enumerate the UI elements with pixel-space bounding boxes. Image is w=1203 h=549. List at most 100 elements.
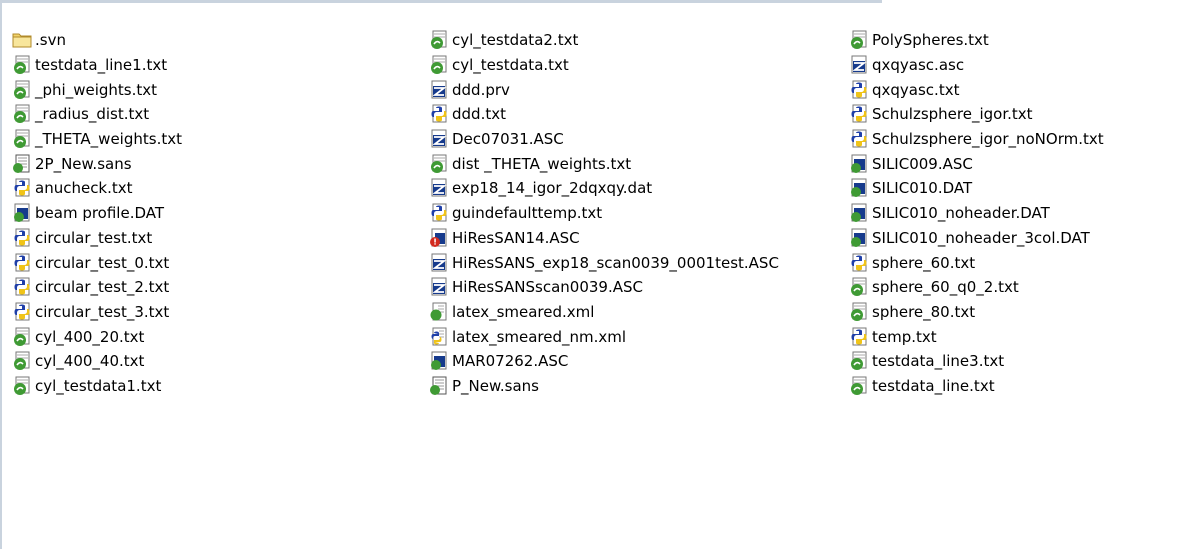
file-column-1: .svn testdata_line1.txt _phi_weights.txt _… bbox=[12, 28, 182, 398]
python-file-icon bbox=[429, 104, 449, 124]
file-item[interactable]: Schulzsphere_igor_noNOrm.txt bbox=[849, 127, 1104, 152]
file-item[interactable]: temp.txt bbox=[849, 324, 1104, 349]
file-item[interactable]: dist _THETA_weights.txt bbox=[429, 151, 779, 176]
file-name: testdata_line3.txt bbox=[872, 352, 1005, 371]
file-item[interactable]: cyl_testdata1.txt bbox=[12, 374, 182, 399]
file-item[interactable]: testdata_line3.txt bbox=[849, 349, 1104, 374]
igor-file-icon bbox=[849, 55, 869, 75]
python-file-icon bbox=[12, 178, 32, 198]
file-name: circular_test_2.txt bbox=[35, 278, 170, 297]
gel-file-icon bbox=[429, 30, 449, 50]
file-item[interactable]: ddd.txt bbox=[429, 102, 779, 127]
file-item[interactable]: circular_test_0.txt bbox=[12, 250, 182, 275]
gel-file-icon bbox=[849, 376, 869, 396]
gel-file-icon bbox=[849, 277, 869, 297]
file-name: Dec07031.ASC bbox=[452, 130, 564, 149]
python-file-icon bbox=[849, 327, 869, 347]
file-name: HiResSAN14.ASC bbox=[452, 228, 580, 247]
file-column-3: PolySpheres.txt qxqyasc.asc qxqyasc.txt Sch… bbox=[849, 28, 1104, 398]
file-item[interactable]: _radius_dist.txt bbox=[12, 102, 182, 127]
file-item[interactable]: testdata_line.txt bbox=[849, 374, 1104, 399]
file-item[interactable]: guindefaulttemp.txt bbox=[429, 201, 779, 226]
data-file-icon bbox=[429, 351, 449, 371]
folder-icon bbox=[12, 30, 32, 50]
file-item[interactable]: _phi_weights.txt bbox=[12, 77, 182, 102]
file-item[interactable]: P_New.sans bbox=[429, 374, 779, 399]
file-name: testdata_line1.txt bbox=[35, 56, 168, 75]
file-name: cyl_400_40.txt bbox=[35, 352, 145, 371]
file-name: _phi_weights.txt bbox=[35, 80, 157, 99]
file-item[interactable]: testdata_line1.txt bbox=[12, 53, 182, 78]
file-name: sphere_60.txt bbox=[872, 253, 976, 272]
file-name: cyl_testdata.txt bbox=[452, 56, 569, 75]
file-item[interactable]: HiResSANS_exp18_scan0039_0001test.ASC bbox=[429, 250, 779, 275]
file-item[interactable]: HiResSAN14.ASC bbox=[429, 226, 779, 251]
file-item[interactable]: SILIC010_noheader_3col.DAT bbox=[849, 226, 1104, 251]
file-item[interactable]: cyl_400_40.txt bbox=[12, 349, 182, 374]
file-item[interactable]: circular_test_2.txt bbox=[12, 275, 182, 300]
file-name: cyl_testdata1.txt bbox=[35, 376, 162, 395]
file-item[interactable]: SILIC010_noheader.DAT bbox=[849, 201, 1104, 226]
left-border bbox=[0, 0, 2, 549]
file-item[interactable]: PolySpheres.txt bbox=[849, 28, 1104, 53]
file-name: guindefaulttemp.txt bbox=[452, 204, 603, 223]
file-name: Schulzsphere_igor_noNOrm.txt bbox=[872, 130, 1104, 149]
file-item[interactable]: cyl_testdata2.txt bbox=[429, 28, 779, 53]
file-item[interactable]: 2P_New.sans bbox=[12, 151, 182, 176]
gel-file-icon bbox=[429, 55, 449, 75]
file-item[interactable]: .svn bbox=[12, 28, 182, 53]
file-item[interactable]: latex_smeared.xml bbox=[429, 300, 779, 325]
file-name: 2P_New.sans bbox=[35, 154, 132, 173]
file-name: ddd.txt bbox=[452, 105, 506, 124]
top-border bbox=[0, 0, 882, 3]
igor-file-icon bbox=[429, 129, 449, 149]
file-name: circular_test_3.txt bbox=[35, 302, 170, 321]
file-item[interactable]: MAR07262.ASC bbox=[429, 349, 779, 374]
file-item[interactable]: cyl_testdata.txt bbox=[429, 53, 779, 78]
file-item[interactable]: Dec07031.ASC bbox=[429, 127, 779, 152]
file-item[interactable]: circular_test_3.txt bbox=[12, 300, 182, 325]
sans-file-icon bbox=[12, 154, 32, 174]
gel-file-icon bbox=[12, 327, 32, 347]
igor-file-icon bbox=[429, 178, 449, 198]
file-item[interactable]: _THETA_weights.txt bbox=[12, 127, 182, 152]
file-name: HiResSANS_exp18_scan0039_0001test.ASC bbox=[452, 253, 779, 272]
gel-file-icon bbox=[849, 351, 869, 371]
file-item[interactable]: SILIC009.ASC bbox=[849, 151, 1104, 176]
file-name: exp18_14_igor_2dqxqy.dat bbox=[452, 179, 653, 198]
data-file-icon bbox=[849, 178, 869, 198]
file-name: ddd.prv bbox=[452, 80, 510, 99]
gel-file-icon bbox=[12, 55, 32, 75]
file-item[interactable]: exp18_14_igor_2dqxqy.dat bbox=[429, 176, 779, 201]
python-file-icon bbox=[849, 80, 869, 100]
file-name: latex_smeared.xml bbox=[452, 302, 595, 321]
file-name: sphere_80.txt bbox=[872, 302, 976, 321]
file-item[interactable]: HiResSANSscan0039.ASC bbox=[429, 275, 779, 300]
file-item[interactable]: SILIC010.DAT bbox=[849, 176, 1104, 201]
python-file-icon bbox=[12, 228, 32, 248]
file-item[interactable]: sphere_80.txt bbox=[849, 300, 1104, 325]
file-name: cyl_400_20.txt bbox=[35, 327, 145, 346]
file-item[interactable]: qxqyasc.txt bbox=[849, 77, 1104, 102]
python-file-icon bbox=[849, 104, 869, 124]
file-name: qxqyasc.asc bbox=[872, 56, 965, 75]
python-file-icon bbox=[12, 302, 32, 322]
file-item[interactable]: anucheck.txt bbox=[12, 176, 182, 201]
data-file-icon bbox=[849, 228, 869, 248]
file-item[interactable]: circular_test.txt bbox=[12, 226, 182, 251]
data-file-icon bbox=[849, 154, 869, 174]
file-item[interactable]: beam profile.DAT bbox=[12, 201, 182, 226]
file-item[interactable]: ddd.prv bbox=[429, 77, 779, 102]
file-item[interactable]: sphere_60_q0_2.txt bbox=[849, 275, 1104, 300]
gel-file-icon bbox=[12, 104, 32, 124]
file-item[interactable]: sphere_60.txt bbox=[849, 250, 1104, 275]
file-item[interactable]: qxqyasc.asc bbox=[849, 53, 1104, 78]
file-item[interactable]: cyl_400_20.txt bbox=[12, 324, 182, 349]
file-item[interactable]: latex_smeared_nm.xml bbox=[429, 324, 779, 349]
file-name: _THETA_weights.txt bbox=[35, 130, 182, 149]
file-item[interactable]: Schulzsphere_igor.txt bbox=[849, 102, 1104, 127]
file-name: latex_smeared_nm.xml bbox=[452, 327, 627, 346]
file-name: temp.txt bbox=[872, 327, 937, 346]
file-name: qxqyasc.txt bbox=[872, 80, 960, 99]
file-name: cyl_testdata2.txt bbox=[452, 31, 579, 50]
